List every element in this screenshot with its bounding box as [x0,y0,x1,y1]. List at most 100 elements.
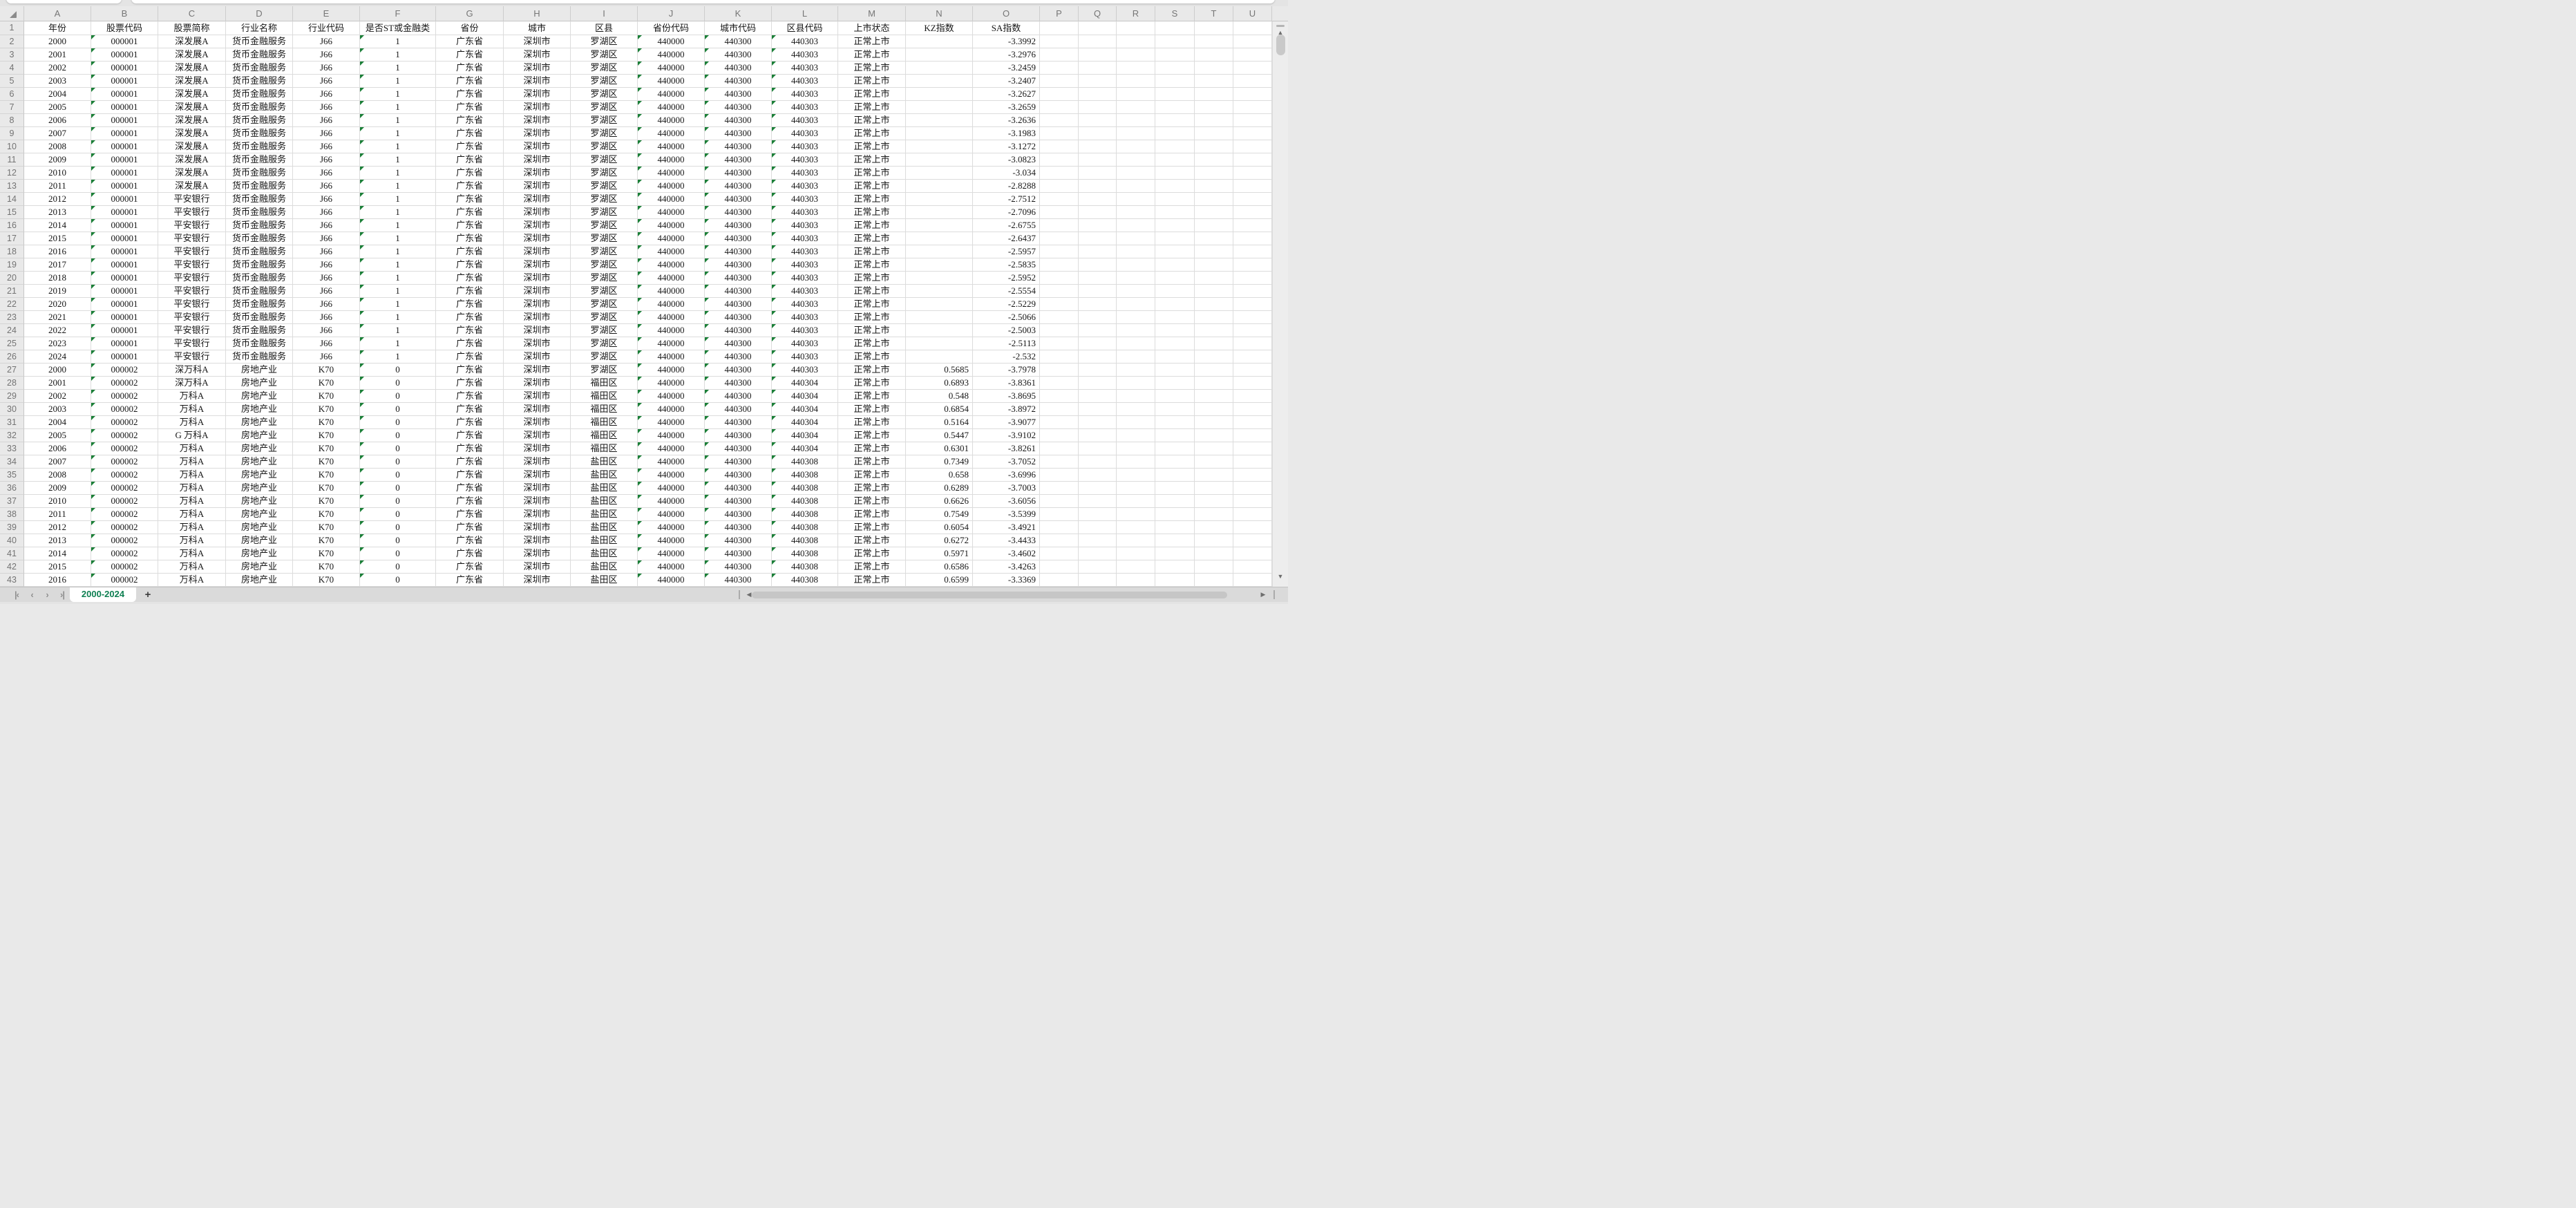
row-header-27[interactable]: 27 [0,364,24,377]
cell-E34[interactable]: K70 [293,455,360,469]
row-header-19[interactable]: 19 [0,258,24,272]
cell-N22[interactable] [906,298,973,311]
cell-K17[interactable]: 440300 [705,232,772,245]
cell-S18[interactable] [1155,245,1195,258]
cell-E25[interactable]: J66 [293,337,360,350]
column-header-H[interactable]: H [504,6,571,21]
cell-U28[interactable] [1233,377,1272,390]
row-header-30[interactable]: 30 [0,403,24,416]
cell-R13[interactable] [1117,180,1155,193]
cell-O6[interactable]: -3.2627 [973,88,1040,101]
cell-J28[interactable]: 440000 [638,377,705,390]
cell-T43[interactable] [1195,574,1233,587]
cell-T25[interactable] [1195,337,1233,350]
cell-H4[interactable]: 深圳市 [504,62,571,75]
row-header-28[interactable]: 28 [0,377,24,390]
cell-B43[interactable]: 000002 [91,574,158,587]
cell-R29[interactable] [1117,390,1155,403]
cell-O8[interactable]: -3.2636 [973,114,1040,127]
cell-P3[interactable] [1040,48,1079,62]
cell-U15[interactable] [1233,206,1272,219]
cell-M20[interactable]: 正常上市 [838,272,906,285]
cell-U18[interactable] [1233,245,1272,258]
cell-U12[interactable] [1233,167,1272,180]
cell-E5[interactable]: J66 [293,75,360,88]
cell-G13[interactable]: 广东省 [436,180,504,193]
cell-L42[interactable]: 440308 [772,560,838,574]
cell-B5[interactable]: 000001 [91,75,158,88]
row-header-43[interactable]: 43 [0,574,24,587]
cell-F40[interactable]: 0 [360,534,436,547]
cell-S37[interactable] [1155,495,1195,508]
cell-L8[interactable]: 440303 [772,114,838,127]
column-header-R[interactable]: R [1117,6,1155,21]
cell-N18[interactable] [906,245,973,258]
cell-I2[interactable]: 罗湖区 [571,35,638,48]
cell-A25[interactable]: 2023 [24,337,91,350]
cell-F32[interactable]: 0 [360,429,436,442]
cell-E33[interactable]: K70 [293,442,360,455]
cell-R22[interactable] [1117,298,1155,311]
cell-A1[interactable]: 年份 [24,21,91,35]
cell-A31[interactable]: 2004 [24,416,91,429]
cell-N8[interactable] [906,114,973,127]
cell-N11[interactable] [906,153,973,167]
cell-R31[interactable] [1117,416,1155,429]
cell-C13[interactable]: 深发展A [158,180,226,193]
cell-O2[interactable]: -3.3992 [973,35,1040,48]
cell-H13[interactable]: 深圳市 [504,180,571,193]
cell-J29[interactable]: 440000 [638,390,705,403]
cell-D4[interactable]: 货币金融服务 [226,62,293,75]
cell-K19[interactable]: 440300 [705,258,772,272]
cell-C2[interactable]: 深发展A [158,35,226,48]
cell-K16[interactable]: 440300 [705,219,772,232]
cell-O32[interactable]: -3.9102 [973,429,1040,442]
cell-U43[interactable] [1233,574,1272,587]
cell-J31[interactable]: 440000 [638,416,705,429]
cell-P22[interactable] [1040,298,1079,311]
cell-G2[interactable]: 广东省 [436,35,504,48]
cell-E2[interactable]: J66 [293,35,360,48]
cell-C21[interactable]: 平安银行 [158,285,226,298]
cell-T31[interactable] [1195,416,1233,429]
cell-L23[interactable]: 440303 [772,311,838,324]
cell-Q20[interactable] [1079,272,1117,285]
cell-K25[interactable]: 440300 [705,337,772,350]
cell-A5[interactable]: 2003 [24,75,91,88]
cell-D27[interactable]: 房地产业 [226,364,293,377]
cell-C1[interactable]: 股票简称 [158,21,226,35]
cell-R10[interactable] [1117,140,1155,153]
cell-D40[interactable]: 房地产业 [226,534,293,547]
cell-E11[interactable]: J66 [293,153,360,167]
cell-P31[interactable] [1040,416,1079,429]
cell-M30[interactable]: 正常上市 [838,403,906,416]
cell-A2[interactable]: 2000 [24,35,91,48]
cell-T9[interactable] [1195,127,1233,140]
cell-G28[interactable]: 广东省 [436,377,504,390]
cell-C5[interactable]: 深发展A [158,75,226,88]
cell-K1[interactable]: 城市代码 [705,21,772,35]
cell-G29[interactable]: 广东省 [436,390,504,403]
cell-R11[interactable] [1117,153,1155,167]
cell-G27[interactable]: 广东省 [436,364,504,377]
cell-U17[interactable] [1233,232,1272,245]
cell-A26[interactable]: 2024 [24,350,91,364]
cell-D32[interactable]: 房地产业 [226,429,293,442]
cell-H38[interactable]: 深圳市 [504,508,571,521]
cell-T37[interactable] [1195,495,1233,508]
cell-S32[interactable] [1155,429,1195,442]
cell-H31[interactable]: 深圳市 [504,416,571,429]
cell-B39[interactable]: 000002 [91,521,158,534]
row-header-36[interactable]: 36 [0,482,24,495]
cell-D16[interactable]: 货币金融服务 [226,219,293,232]
cell-C17[interactable]: 平安银行 [158,232,226,245]
cell-M27[interactable]: 正常上市 [838,364,906,377]
cell-F22[interactable]: 1 [360,298,436,311]
column-header-D[interactable]: D [226,6,293,21]
cell-K36[interactable]: 440300 [705,482,772,495]
cell-N38[interactable]: 0.7549 [906,508,973,521]
cell-J12[interactable]: 440000 [638,167,705,180]
cell-J25[interactable]: 440000 [638,337,705,350]
cell-B34[interactable]: 000002 [91,455,158,469]
cell-C14[interactable]: 平安银行 [158,193,226,206]
